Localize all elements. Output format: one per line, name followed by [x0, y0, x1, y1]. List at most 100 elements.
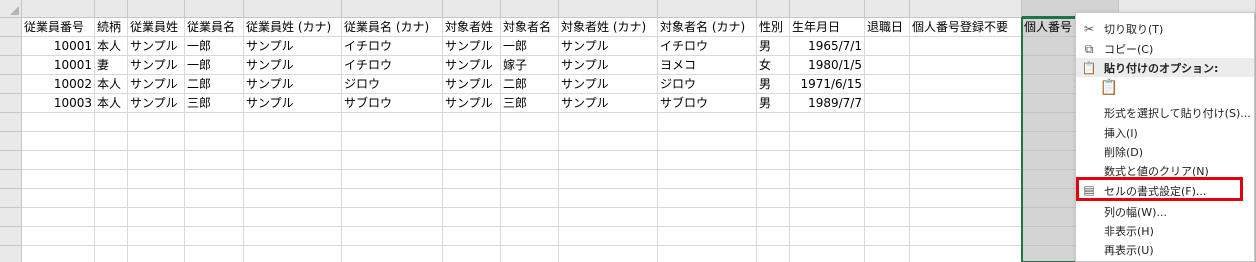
- empty-cell[interactable]: [128, 113, 185, 132]
- empty-cell[interactable]: [865, 132, 910, 151]
- row-header-11[interactable]: [0, 208, 22, 227]
- data-cell-l2[interactable]: 1965/7/1: [790, 37, 865, 56]
- data-cell-l3[interactable]: 1980/1/5: [790, 56, 865, 75]
- data-cell-k2[interactable]: 男: [757, 37, 790, 56]
- empty-cell[interactable]: [244, 113, 342, 132]
- data-cell-k4[interactable]: 男: [757, 75, 790, 94]
- row-header-2[interactable]: [0, 37, 22, 56]
- empty-cell[interactable]: [443, 170, 501, 189]
- data-cell-b4[interactable]: 本人: [95, 75, 128, 94]
- empty-cell[interactable]: [244, 170, 342, 189]
- data-cell-f5[interactable]: サブロウ: [342, 94, 443, 113]
- empty-cell[interactable]: [501, 132, 559, 151]
- data-cell-l4[interactable]: 1971/6/15: [790, 75, 865, 94]
- empty-cell[interactable]: [865, 227, 910, 246]
- empty-cell[interactable]: [559, 151, 658, 170]
- column-header-f[interactable]: [342, 0, 443, 18]
- data-cell-g3[interactable]: サンプル: [443, 56, 501, 75]
- data-cell-i5[interactable]: サンプル: [559, 94, 658, 113]
- empty-cell[interactable]: [757, 151, 790, 170]
- data-cell-f3[interactable]: イチロウ: [342, 56, 443, 75]
- empty-cell[interactable]: [22, 151, 95, 170]
- empty-cell[interactable]: [658, 170, 757, 189]
- empty-cell[interactable]: [865, 151, 910, 170]
- empty-cell[interactable]: [658, 113, 757, 132]
- empty-cell[interactable]: [342, 227, 443, 246]
- empty-cell[interactable]: [658, 189, 757, 208]
- empty-cell[interactable]: [501, 208, 559, 227]
- empty-cell[interactable]: [128, 132, 185, 151]
- empty-cell[interactable]: [910, 227, 1022, 246]
- empty-cell[interactable]: [790, 151, 865, 170]
- empty-cell[interactable]: [128, 151, 185, 170]
- column-header-a[interactable]: [22, 0, 95, 18]
- data-cell-n5[interactable]: [910, 94, 1022, 113]
- header-cell-c[interactable]: 従業員姓: [128, 18, 185, 37]
- menu-item-item-9[interactable]: 列の幅(W)...: [1076, 202, 1254, 221]
- empty-cell[interactable]: [22, 208, 95, 227]
- empty-cell[interactable]: [790, 170, 865, 189]
- empty-cell[interactable]: [757, 113, 790, 132]
- row-header-7[interactable]: [0, 132, 22, 151]
- select-all-corner[interactable]: [0, 0, 22, 18]
- row-header-12[interactable]: [0, 227, 22, 246]
- empty-cell[interactable]: [757, 246, 790, 262]
- header-cell-b[interactable]: 続柄: [95, 18, 128, 37]
- column-header-k[interactable]: [757, 0, 790, 18]
- column-header-g[interactable]: [443, 0, 501, 18]
- data-cell-g2[interactable]: サンプル: [443, 37, 501, 56]
- empty-cell[interactable]: [185, 113, 244, 132]
- empty-cell[interactable]: [342, 113, 443, 132]
- column-header-l[interactable]: [790, 0, 865, 18]
- empty-cell[interactable]: [342, 189, 443, 208]
- data-cell-i3[interactable]: サンプル: [559, 56, 658, 75]
- data-cell-m5[interactable]: [865, 94, 910, 113]
- column-header-c[interactable]: [128, 0, 185, 18]
- empty-cell[interactable]: [95, 227, 128, 246]
- data-cell-a5[interactable]: 10003: [22, 94, 95, 113]
- menu-item-item-6[interactable]: 削除(D): [1076, 142, 1254, 161]
- empty-cell[interactable]: [559, 113, 658, 132]
- empty-cell[interactable]: [95, 132, 128, 151]
- data-cell-k3[interactable]: 女: [757, 56, 790, 75]
- header-cell-l[interactable]: 生年月日: [790, 18, 865, 37]
- empty-cell[interactable]: [910, 246, 1022, 262]
- header-cell-h[interactable]: 対象者名: [501, 18, 559, 37]
- empty-cell[interactable]: [95, 113, 128, 132]
- data-cell-e2[interactable]: サンプル: [244, 37, 342, 56]
- empty-cell[interactable]: [910, 208, 1022, 227]
- column-header-b[interactable]: [95, 0, 128, 18]
- empty-cell[interactable]: [185, 132, 244, 151]
- empty-cell[interactable]: [501, 113, 559, 132]
- data-cell-e4[interactable]: サンプル: [244, 75, 342, 94]
- empty-cell[interactable]: [559, 170, 658, 189]
- empty-cell[interactable]: [865, 170, 910, 189]
- data-cell-b3[interactable]: 妻: [95, 56, 128, 75]
- header-cell-d[interactable]: 従業員名: [185, 18, 244, 37]
- row-header-9[interactable]: [0, 170, 22, 189]
- empty-cell[interactable]: [501, 246, 559, 262]
- column-header-d[interactable]: [185, 0, 244, 18]
- row-header-3[interactable]: [0, 56, 22, 75]
- data-cell-m3[interactable]: [865, 56, 910, 75]
- empty-cell[interactable]: [658, 246, 757, 262]
- spreadsheet-grid[interactable]: 従業員番号 続柄 従業員姓 従業員名 従業員姓 (カナ) 従業員名 (カナ) 対象者姓 対象者…: [0, 0, 1256, 262]
- empty-cell[interactable]: [443, 227, 501, 246]
- empty-cell[interactable]: [910, 170, 1022, 189]
- empty-cell[interactable]: [244, 246, 342, 262]
- data-cell-f2[interactable]: イチロウ: [342, 37, 443, 56]
- empty-cell[interactable]: [443, 208, 501, 227]
- row-header-1[interactable]: [0, 18, 22, 37]
- menu-item-item-10[interactable]: 非表示(H): [1076, 221, 1254, 240]
- empty-cell[interactable]: [128, 246, 185, 262]
- empty-cell[interactable]: [910, 132, 1022, 151]
- empty-cell[interactable]: [185, 208, 244, 227]
- data-cell-b5[interactable]: 本人: [95, 94, 128, 113]
- data-cell-i2[interactable]: サンプル: [559, 37, 658, 56]
- empty-cell[interactable]: [658, 132, 757, 151]
- data-cell-l5[interactable]: 1989/7/7: [790, 94, 865, 113]
- empty-cell[interactable]: [865, 246, 910, 262]
- empty-cell[interactable]: [559, 208, 658, 227]
- empty-cell[interactable]: [790, 113, 865, 132]
- data-cell-a3[interactable]: 10001: [22, 56, 95, 75]
